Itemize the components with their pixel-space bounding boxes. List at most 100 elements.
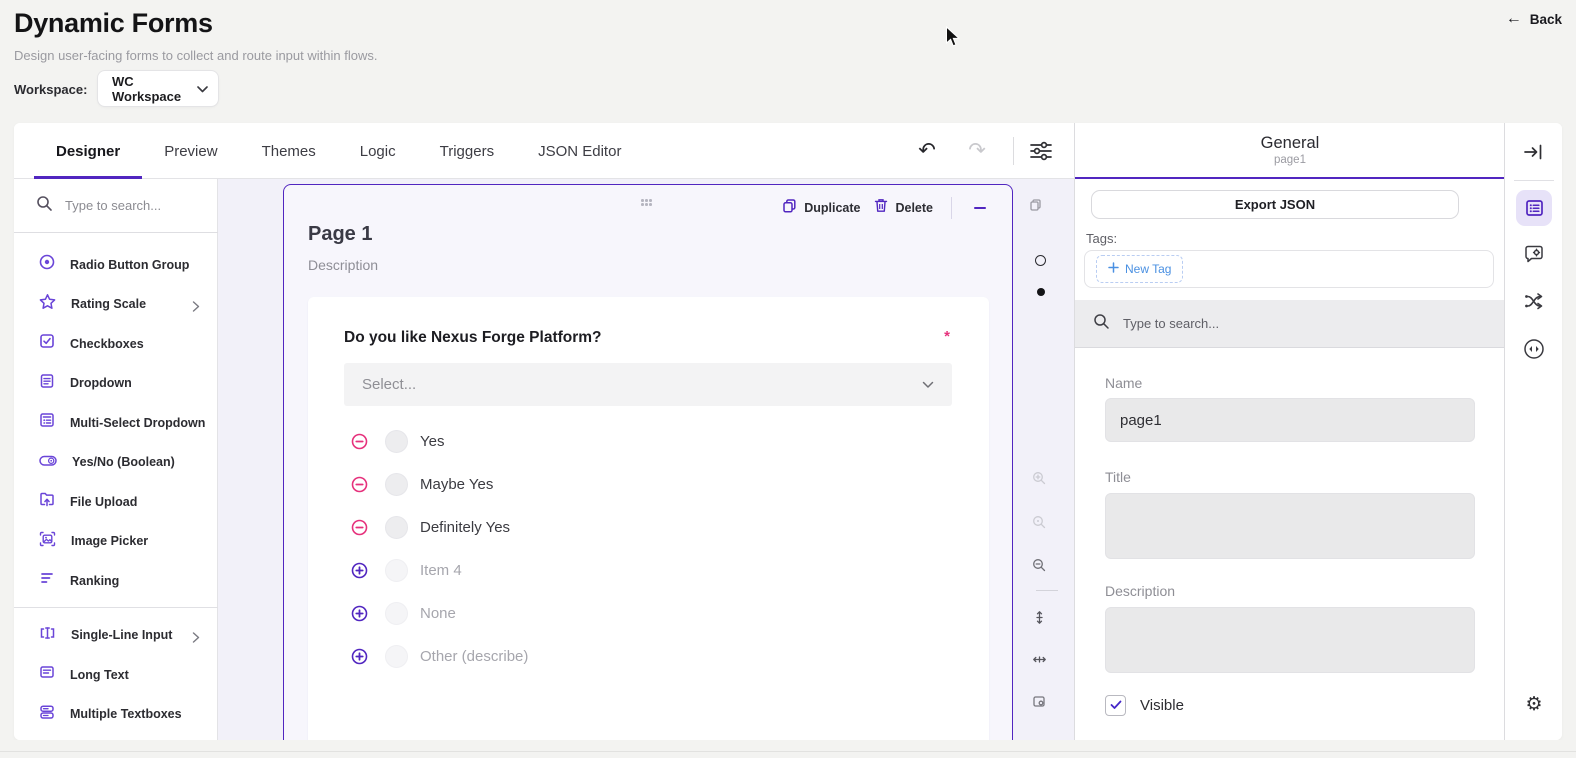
zoom-in-icon[interactable] xyxy=(1032,471,1046,490)
surface-settings-icon[interactable] xyxy=(1032,695,1046,713)
plus-icon xyxy=(1108,260,1119,278)
toolbox-item-dropdown[interactable]: Dropdown xyxy=(14,364,218,404)
property-panel-header: General page1 xyxy=(1075,123,1505,179)
back-button[interactable]: ← Back xyxy=(1506,10,1562,28)
toolbox-item-yes-no-boolean[interactable]: Yes/No (Boolean) xyxy=(14,443,218,483)
required-marker: * xyxy=(944,328,950,345)
zoom-out-icon[interactable] xyxy=(1032,558,1046,577)
general-properties-icon[interactable] xyxy=(1516,190,1552,226)
property-panel-subtitle: page1 xyxy=(1075,154,1505,166)
add-choice-icon[interactable] xyxy=(351,605,368,622)
chevron-down-icon xyxy=(197,80,208,98)
page-navigator-dot[interactable] xyxy=(1035,255,1046,266)
toolbox-item-radio-button-group[interactable]: Radio Button Group xyxy=(14,245,218,285)
toolbox-sidebar: Radio Button Group Rating Scale Checkbox… xyxy=(14,179,218,740)
redo-icon[interactable]: ↷ xyxy=(962,136,992,166)
toolbox-item-image-picker[interactable]: Image Picker xyxy=(14,522,218,562)
search-icon xyxy=(1093,313,1110,335)
chevron-right-icon xyxy=(192,630,202,640)
multi-select-dropdown-icon xyxy=(38,411,56,434)
add-choice-icon[interactable] xyxy=(351,562,368,579)
duplicate-button[interactable]: Duplicate xyxy=(782,198,860,218)
chevron-down-icon xyxy=(922,376,934,394)
property-search-input[interactable] xyxy=(1123,316,1323,331)
tab-json-editor[interactable]: JSON Editor xyxy=(516,123,643,179)
description-label: Description xyxy=(1105,583,1175,599)
workspace-select[interactable]: WC Workspace xyxy=(97,70,219,107)
radio-circle[interactable] xyxy=(385,645,408,668)
comment-settings-icon[interactable] xyxy=(1505,244,1562,266)
question-select[interactable]: Select... xyxy=(344,363,952,406)
radio-button-icon xyxy=(38,253,56,276)
property-panel: General page1 Export JSON Tags: New Tag … xyxy=(1074,123,1504,740)
remove-choice-icon[interactable] xyxy=(351,433,368,450)
toolbox-item-ranking[interactable]: Ranking xyxy=(14,561,218,601)
toolbox-search[interactable] xyxy=(14,179,218,233)
choice-row-none: None xyxy=(308,592,989,635)
tab-themes[interactable]: Themes xyxy=(240,123,338,179)
toolbox-item-multiple-textboxes[interactable]: Multiple Textboxes xyxy=(14,695,218,735)
radio-circle[interactable] xyxy=(385,559,408,582)
fit-horizontal-icon[interactable] xyxy=(1032,653,1047,671)
undo-icon[interactable]: ↶ xyxy=(912,136,942,166)
remove-choice-icon[interactable] xyxy=(351,476,368,493)
carousel-arrows-icon[interactable] xyxy=(1505,337,1562,361)
tab-designer[interactable]: Designer xyxy=(34,123,142,179)
delete-button[interactable]: Delete xyxy=(874,198,933,218)
new-tag-button[interactable]: New Tag xyxy=(1096,255,1183,283)
back-arrow-icon: ← xyxy=(1506,10,1522,28)
drag-handle-icon[interactable] xyxy=(641,199,653,207)
tab-bar: Designer Preview Themes Logic Triggers J… xyxy=(34,123,643,179)
radio-circle[interactable] xyxy=(385,473,408,496)
add-choice-icon[interactable] xyxy=(351,648,368,665)
tab-preview[interactable]: Preview xyxy=(142,123,239,179)
remove-choice-icon[interactable] xyxy=(351,519,368,536)
tab-triggers[interactable]: Triggers xyxy=(418,123,516,179)
designer-topbar: Designer Preview Themes Logic Triggers J… xyxy=(14,123,1074,179)
long-text-icon xyxy=(38,663,56,686)
tab-logic[interactable]: Logic xyxy=(338,123,418,179)
toolbox-item-checkboxes[interactable]: Checkboxes xyxy=(14,324,218,364)
export-json-button[interactable]: Export JSON xyxy=(1091,190,1459,219)
toolbox-item-file-upload[interactable]: File Upload xyxy=(14,482,218,522)
designer-container: Designer Preview Themes Logic Triggers J… xyxy=(14,123,1562,740)
topbar-divider xyxy=(1013,137,1014,165)
gear-icon[interactable]: ⚙ xyxy=(1505,695,1562,714)
toolbox-search-input[interactable] xyxy=(65,198,185,213)
page-card[interactable]: Duplicate Delete Page 1 Description Do y… xyxy=(283,184,1013,740)
fit-vertical-icon[interactable] xyxy=(1033,610,1046,630)
page-navigator-dot-current[interactable] xyxy=(1037,288,1045,296)
toolbox-item-rating-scale[interactable]: Rating Scale xyxy=(14,285,218,325)
visible-checkbox[interactable] xyxy=(1105,695,1126,716)
toolbox-item-long-text[interactable]: Long Text xyxy=(14,655,218,695)
ranking-icon xyxy=(38,569,56,592)
chevron-right-icon xyxy=(192,299,202,309)
page-subtitle: Design user-facing forms to collect and … xyxy=(14,48,377,63)
tags-container: New Tag xyxy=(1084,250,1494,288)
collapse-panel-icon[interactable] xyxy=(1505,137,1562,167)
check-icon xyxy=(1110,697,1122,715)
collapse-page-button[interactable] xyxy=(970,198,990,218)
page-card-title[interactable]: Page 1 xyxy=(308,223,372,246)
zoom-reset-icon[interactable] xyxy=(1032,515,1046,534)
toolbox-item-single-line-input[interactable]: Single-Line Input xyxy=(14,616,218,656)
radio-circle[interactable] xyxy=(385,516,408,539)
question-card[interactable]: Do you like Nexus Forge Platform? * Sele… xyxy=(308,297,989,740)
name-field[interactable] xyxy=(1105,398,1475,442)
radio-circle[interactable] xyxy=(385,430,408,453)
toolbox-item-multi-select-dropdown[interactable]: Multi-Select Dropdown xyxy=(14,403,218,443)
title-field[interactable] xyxy=(1105,493,1475,559)
settings-sliders-icon[interactable] xyxy=(1029,140,1053,162)
screen: Dynamic Forms Design user-facing forms t… xyxy=(0,0,1576,758)
bottom-scroll-area[interactable] xyxy=(0,740,1576,758)
page-card-description[interactable]: Description xyxy=(308,257,378,273)
search-icon xyxy=(36,195,53,217)
radio-circle[interactable] xyxy=(385,602,408,625)
choice-row-maybe-yes: Maybe Yes xyxy=(308,463,989,506)
logic-shuffle-icon[interactable] xyxy=(1505,291,1562,312)
page-copy-icon[interactable] xyxy=(1029,198,1042,216)
description-field[interactable] xyxy=(1105,607,1475,673)
question-title[interactable]: Do you like Nexus Forge Platform? xyxy=(344,329,602,347)
toolbox-separator xyxy=(14,607,218,608)
property-search[interactable] xyxy=(1075,300,1505,348)
